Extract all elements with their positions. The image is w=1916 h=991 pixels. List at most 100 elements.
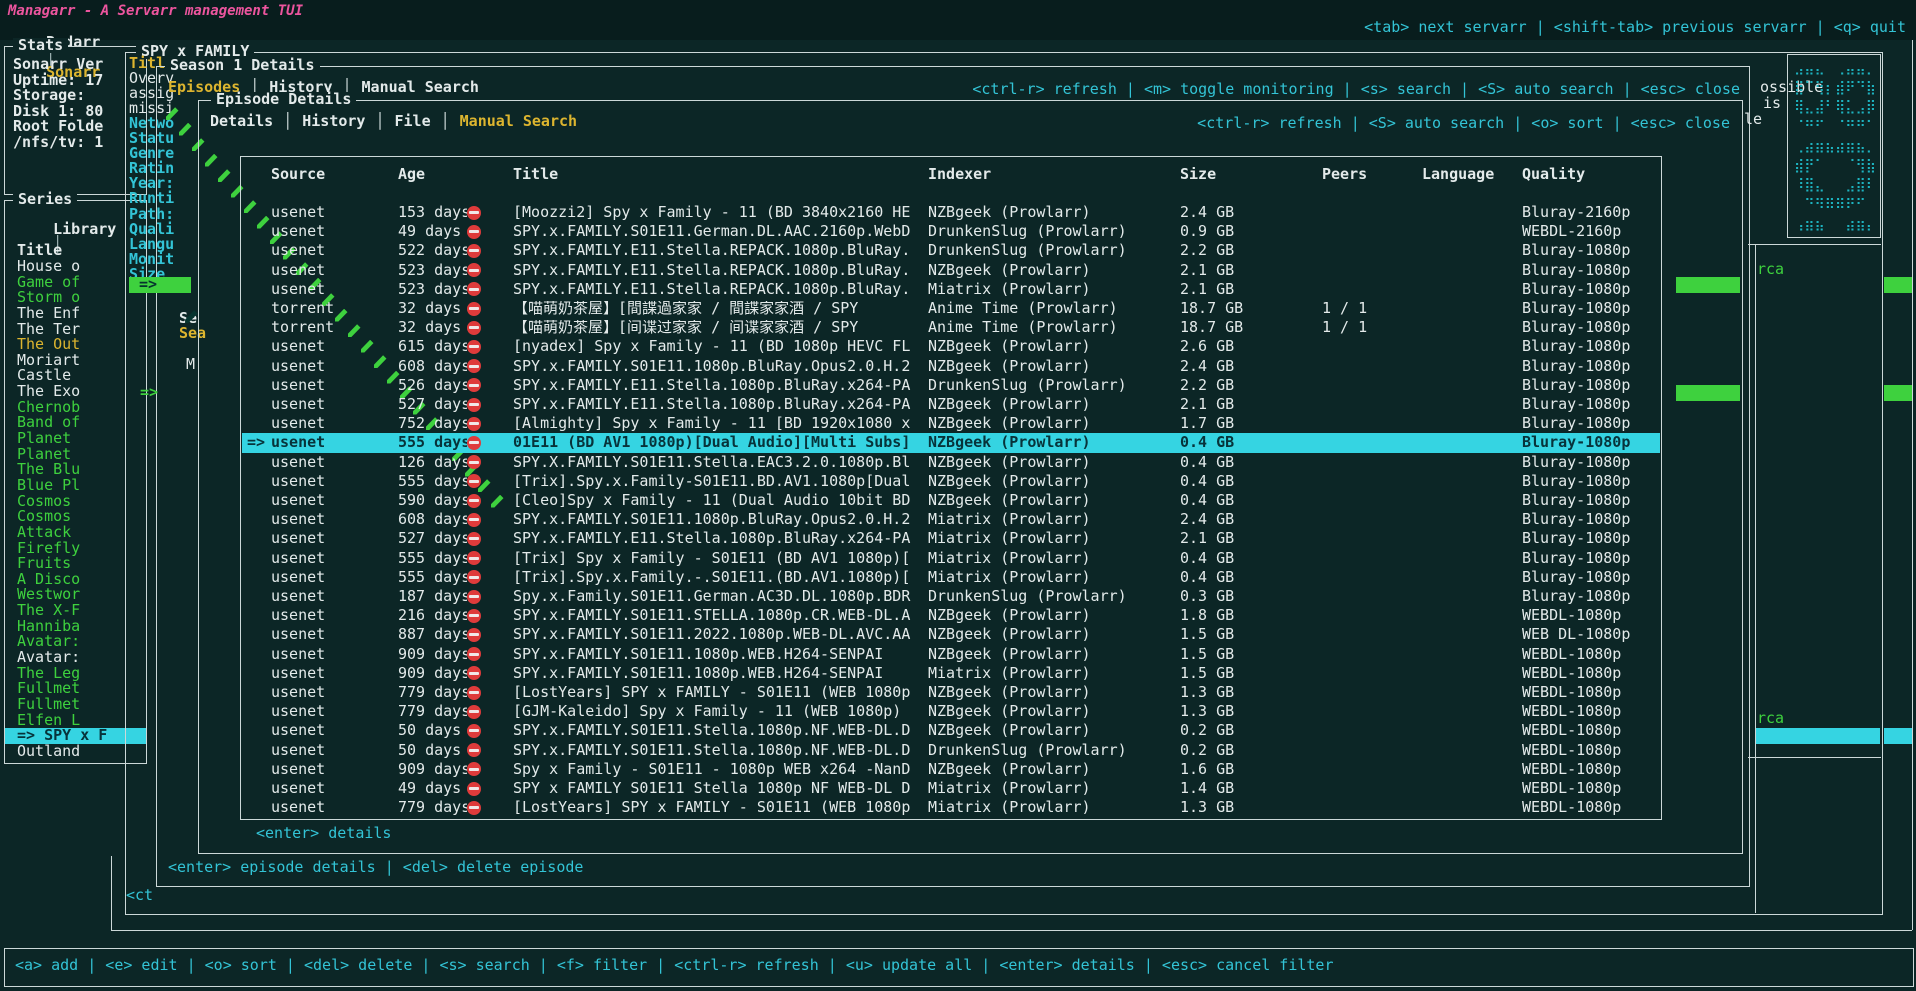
right-fragment-rca-bottom: rca [1757, 711, 1784, 726]
tab-manual-search[interactable]: Manual Search [362, 80, 479, 95]
cell-icon [467, 723, 513, 738]
cell-age: 779 days [398, 704, 467, 719]
rejected-icon [467, 244, 481, 258]
cell-age: 523 days [398, 282, 467, 297]
tab-file[interactable]: File [395, 114, 431, 129]
cell-quality: WEBDL-1080p [1522, 666, 1650, 681]
cell-indexer: DrunkenSlug (Prowlarr) [928, 224, 1180, 239]
bottom-bar: <a> add | <e> edit | <o> sort | <del> de… [4, 948, 1914, 987]
release-row[interactable]: usenet522 daysSPY.x.FAMILY.E11.Stella.RE… [242, 241, 1660, 260]
episode-tabs: Details│History│File│Manual Search [210, 114, 577, 129]
release-row[interactable]: usenet523 daysSPY.x.FAMILY.E11.Stella.RE… [242, 261, 1660, 280]
release-row[interactable]: usenet608 daysSPY.x.FAMILY.S01E11.1080p.… [242, 510, 1660, 529]
cell-size: 18.7 GB [1180, 301, 1298, 316]
cell-quality: WEBDL-1080p [1522, 704, 1650, 719]
cell-source: usenet [271, 704, 398, 719]
cell-title: 【喵萌奶茶屋】[间谍过家家 / 间谍家家酒 / SPY [513, 320, 928, 335]
release-row[interactable]: usenet555 days[Trix].Spy.x.Family-S01E11… [242, 472, 1660, 491]
release-row[interactable]: usenet216 daysSPY.x.FAMILY.S01E11.STELLA… [242, 606, 1660, 625]
cell-source: usenet [271, 647, 398, 662]
release-row[interactable]: torrent32 days【喵萌奶茶屋】[间谍过家家 / 间谍家家酒 / SP… [242, 318, 1660, 337]
cell-size: 1.5 GB [1180, 647, 1298, 662]
cell-size: 1.4 GB [1180, 781, 1298, 796]
release-row[interactable]: usenet49 daysSPY x FAMILY S01E11 Stella … [242, 779, 1660, 798]
release-row[interactable]: usenet887 daysSPY.x.FAMILY.S01E11.2022.1… [242, 625, 1660, 644]
cell-age: 49 days [398, 224, 467, 239]
release-row[interactable]: usenet50 daysSPY.x.FAMILY.S01E11.Stella.… [242, 721, 1660, 740]
stats-line: /nfs/tv: 1 [13, 135, 142, 151]
release-row[interactable]: usenet555 days[Trix] Spy x Family - S01E… [242, 549, 1660, 568]
cell-icon [467, 512, 513, 527]
header-indexer: Indexer [928, 167, 1180, 182]
cell-indexer: Miatrix (Prowlarr) [928, 666, 1180, 681]
release-row[interactable]: usenet590 days[Cleo]Spy x Family - 11 (D… [242, 491, 1660, 510]
cell-title: SPY.x.FAMILY.S01E11.1080p.BluRay.Opus2.0… [513, 512, 928, 527]
release-row[interactable]: usenet909 daysSpy x Family - S01E11 - 10… [242, 760, 1660, 779]
cell-size: 0.2 GB [1180, 723, 1298, 738]
tab-manual-search[interactable]: Manual Search [460, 114, 577, 129]
cell-quality: Bluray-1080p [1522, 359, 1650, 374]
header-title: Title [513, 167, 928, 182]
cell-source: usenet [271, 666, 398, 681]
cell-source: usenet [271, 455, 398, 470]
release-row[interactable]: torrent32 days【喵萌奶茶屋】[間諜過家家 / 間諜家家酒 / SP… [242, 299, 1660, 318]
cell-size: 0.3 GB [1180, 589, 1298, 604]
release-row[interactable]: =>usenet555 days01E11 (BD AV1 1080p)[Dua… [242, 433, 1660, 452]
release-row[interactable]: usenet153 days[Moozzi2] Spy x Family - 1… [242, 203, 1660, 222]
rejected-icon [467, 321, 481, 335]
cell-size: 0.4 GB [1180, 493, 1298, 508]
release-row[interactable]: usenet555 days[Trix].Spy.x.Family.-.S01E… [242, 568, 1660, 587]
cell-peers: 1 / 1 [1298, 301, 1422, 316]
release-row[interactable]: usenet187 daysSpy.x.Family.S01E11.German… [242, 587, 1660, 606]
cell-age: 555 days [398, 570, 467, 585]
cell-quality: Bluray-1080p [1522, 570, 1650, 585]
release-row[interactable]: usenet49 daysSPY.x.FAMILY.S01E11.German.… [242, 222, 1660, 241]
cell-size: 2.2 GB [1180, 378, 1298, 393]
cell-quality: Bluray-2160p [1522, 205, 1650, 220]
release-row[interactable]: usenet752 days[Almighty] Spy x Family - … [242, 414, 1660, 433]
tab-library[interactable]: Library [53, 220, 116, 238]
release-row[interactable]: usenet608 daysSPY.x.FAMILY.S01E11.1080p.… [242, 357, 1660, 376]
cell-title: [Trix] Spy x Family - S01E11 (BD AV1 108… [513, 551, 928, 566]
release-row[interactable]: usenet779 days[GJM-Kaleido] Spy x Family… [242, 702, 1660, 721]
release-row[interactable]: usenet779 days[LostYears] SPY x FAMILY -… [242, 683, 1660, 702]
release-row[interactable]: usenet527 daysSPY.x.FAMILY.E11.Stella.10… [242, 529, 1660, 548]
release-row[interactable]: usenet526 daysSPY.x.FAMILY.E11.Stella.10… [242, 376, 1660, 395]
rejected-icon [467, 474, 481, 488]
cell-age: 216 days [398, 608, 467, 623]
release-row[interactable]: usenet527 daysSPY.x.FAMILY.E11.Stella.10… [242, 395, 1660, 414]
cell-peers: 1 / 1 [1298, 320, 1422, 335]
release-row[interactable]: usenet50 daysSPY.x.FAMILY.S01E11.Stella.… [242, 741, 1660, 760]
tab-history[interactable]: History [302, 114, 365, 129]
release-row[interactable]: usenet126 daysSPY.X.FAMILY.S01E11.Stella… [242, 453, 1660, 472]
background-window-bottom-border [111, 930, 1912, 931]
cell-size: 2.6 GB [1180, 339, 1298, 354]
cell-quality: Bluray-1080p [1522, 301, 1650, 316]
cell-source: usenet [271, 685, 398, 700]
release-row[interactable]: usenet523 daysSPY.x.FAMILY.E11.Stella.RE… [242, 280, 1660, 299]
cell-quality: WEBDL-1080p [1522, 762, 1650, 777]
cell-quality: Bluray-1080p [1522, 320, 1650, 335]
cell-size: 1.5 GB [1180, 627, 1298, 642]
release-row[interactable]: usenet615 days[nyadex] Spy x Family - 11… [242, 337, 1660, 356]
cell-size: 0.4 GB [1180, 435, 1298, 450]
cell-indexer: DrunkenSlug (Prowlarr) [928, 243, 1180, 258]
cell-title: SPY.x.FAMILY.E11.Stella.REPACK.1080p.Blu… [513, 243, 928, 258]
release-row[interactable]: usenet779 days[LostYears] SPY x FAMILY -… [242, 798, 1660, 817]
cell-indexer: Anime Time (Prowlarr) [928, 301, 1180, 316]
rejected-icon [467, 801, 481, 815]
tab-details[interactable]: Details [210, 114, 273, 129]
cell-source: usenet [271, 263, 398, 278]
cell-indexer: DrunkenSlug (Prowlarr) [928, 743, 1180, 758]
cell-quality: WEB DL-1080p [1522, 627, 1650, 642]
cell-quality: WEBDL-1080p [1522, 723, 1650, 738]
release-row[interactable]: usenet909 daysSPY.x.FAMILY.S01E11.1080p.… [242, 645, 1660, 664]
cell-quality: Bluray-1080p [1522, 263, 1650, 278]
cell-source: usenet [271, 531, 398, 546]
rejected-icon [467, 590, 481, 604]
cell-title: [Cleo]Spy x Family - 11 (Dual Audio 10bi… [513, 493, 928, 508]
release-row[interactable]: usenet909 daysSPY.x.FAMILY.S01E11.1080p.… [242, 664, 1660, 683]
cell-icon [467, 493, 513, 508]
cell-title: 01E11 (BD AV1 1080p)[Dual Audio][Multi S… [513, 435, 928, 450]
cell-icon [467, 800, 513, 815]
